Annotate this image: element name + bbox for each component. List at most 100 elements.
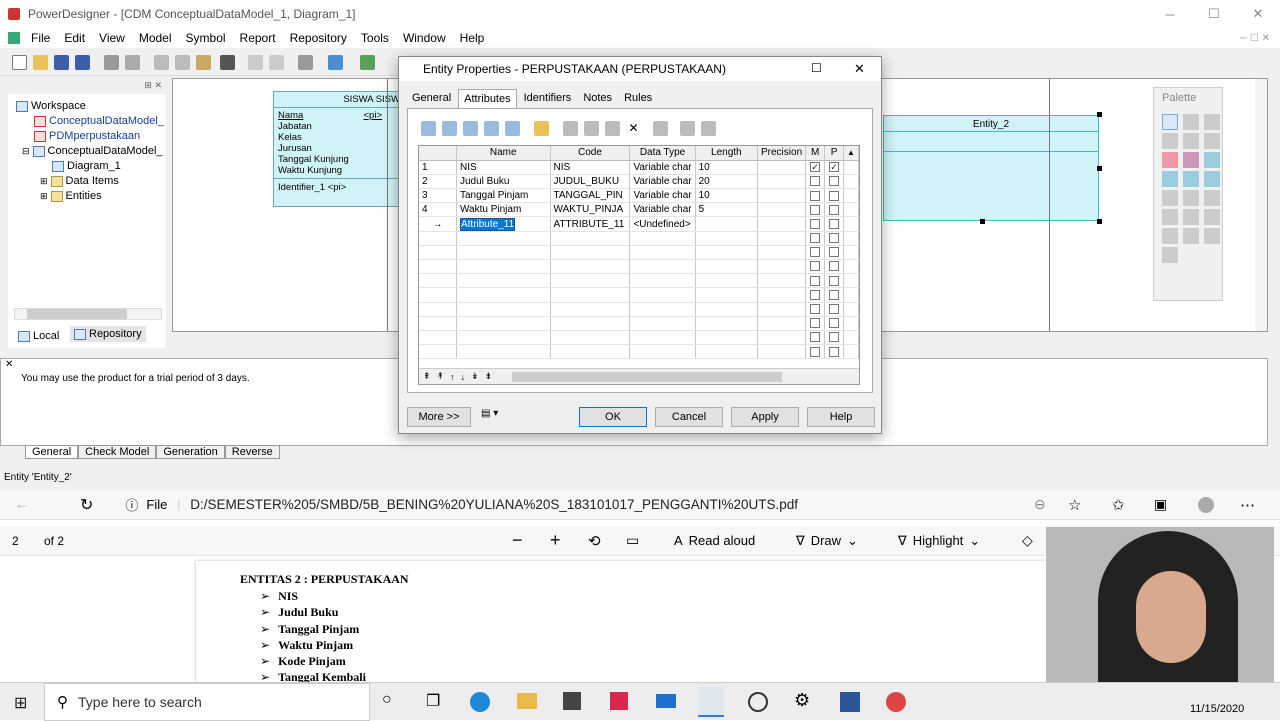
rounded-rect-tool-icon[interactable] — [1183, 228, 1199, 244]
minimize-icon[interactable]: ─ — [1148, 0, 1192, 28]
collections-icon[interactable]: ▣ — [1154, 496, 1167, 513]
tree-workspace[interactable]: Workspace — [16, 100, 86, 112]
canvas-vscroll[interactable] — [1255, 79, 1267, 331]
copy-icon[interactable] — [175, 55, 190, 70]
move-up-icon[interactable]: ↑ — [450, 372, 455, 382]
menu-help[interactable]: Help — [453, 31, 492, 45]
highlight-button[interactable]: ∇ Highlight ⌄ — [898, 533, 980, 549]
attribute-row[interactable] — [419, 302, 859, 317]
col-data-type[interactable]: Data Type — [629, 146, 696, 161]
word-icon[interactable] — [840, 692, 860, 712]
rectangle-tool-icon[interactable] — [1204, 209, 1220, 225]
more-icon[interactable]: ⋯ — [1240, 496, 1255, 514]
tree-cdm-1[interactable]: ConceptualDataModel_ — [34, 115, 164, 127]
menu-edit[interactable]: Edit — [57, 31, 92, 45]
save-all-icon[interactable] — [75, 55, 90, 70]
zoom-in-icon[interactable] — [1204, 114, 1220, 130]
paste-icon[interactable] — [196, 55, 211, 70]
menu-view[interactable]: View — [92, 31, 132, 45]
open-diagram-icon[interactable] — [1183, 133, 1199, 149]
attribute-row[interactable] — [419, 231, 859, 246]
file-tool-icon[interactable] — [1162, 190, 1178, 206]
checkbox-icon[interactable] — [810, 346, 821, 357]
cell-code[interactable]: NIS — [550, 160, 631, 175]
redo-icon[interactable] — [269, 55, 284, 70]
attribute-row[interactable]: 4 Waktu Pinjam WAKTU_PINJA Variable char 5 — [419, 202, 859, 218]
open-icon[interactable] — [534, 121, 549, 136]
checkbox-icon[interactable] — [810, 233, 821, 244]
attribute-row[interactable]: 3 Tanggal Pinjam TANGGAL_PIN Variable char 1… — [419, 188, 859, 204]
checkbox-icon[interactable] — [829, 247, 840, 258]
move-top-icon[interactable]: ⇞ — [423, 371, 431, 382]
close-icon[interactable]: ✕ — [1236, 0, 1280, 28]
zoom-in-icon[interactable]: + — [550, 530, 561, 551]
mandatory-checkbox[interactable] — [805, 188, 826, 204]
cell-name[interactable]: Judul Buku — [456, 174, 551, 190]
inheritance-tool-icon[interactable] — [1183, 171, 1199, 187]
cell-name[interactable]: Waktu Pinjam — [456, 202, 551, 218]
tree-cdm-2[interactable]: ⊟ ConceptualDataModel_ — [22, 145, 163, 157]
task-view-icon[interactable]: ❐ — [426, 691, 440, 711]
attribute-row[interactable]: 2 Judul Buku JUDUL_BUKU Variable char 20 — [419, 174, 859, 190]
zoom-icon[interactable]: ⊖ — [1034, 496, 1046, 513]
col-name[interactable]: Name — [456, 146, 551, 161]
ellipse-tool-icon[interactable] — [1162, 228, 1178, 244]
primary-checkbox[interactable] — [824, 188, 845, 204]
tree-data-items[interactable]: ⊞ Data Items — [40, 175, 119, 187]
tree-entities[interactable]: ⊞ Entities — [40, 190, 102, 202]
checkbox-icon[interactable] — [829, 190, 840, 201]
tab-general[interactable]: General — [407, 89, 456, 108]
attributes-grid[interactable]: Name Code Data Type Length Precision M P… — [418, 145, 860, 385]
cell-name[interactable]: Tanggal Pinjam — [456, 188, 551, 204]
menu-report[interactable]: Report — [233, 31, 283, 45]
tab-identifiers[interactable]: Identifiers — [519, 89, 577, 108]
text-tool-icon[interactable] — [1204, 190, 1220, 206]
print-preview-icon[interactable] — [125, 55, 140, 70]
selection-handle[interactable] — [1097, 166, 1102, 171]
output-close-icon[interactable]: ✕ — [5, 359, 13, 370]
add-attributes-icon[interactable] — [484, 121, 499, 136]
menu-model[interactable]: Model — [132, 31, 179, 45]
help-button[interactable]: Help — [807, 407, 875, 427]
selection-handle[interactable] — [1097, 112, 1102, 117]
erase-icon[interactable]: ◇ — [1022, 532, 1033, 549]
checkbox-icon[interactable] — [829, 204, 840, 215]
tab-rules[interactable]: Rules — [619, 89, 657, 108]
tree-pdm[interactable]: PDMperpustakaan — [34, 130, 140, 142]
primary-checkbox[interactable] — [824, 216, 845, 232]
checkbox-icon[interactable] — [829, 233, 840, 244]
start-icon[interactable]: ⊞ — [14, 693, 27, 713]
back-icon[interactable]: ← — [14, 496, 30, 514]
undo-icon[interactable] — [248, 55, 263, 70]
package-tool-icon[interactable] — [1183, 152, 1199, 168]
zoom-out-icon[interactable] — [1162, 133, 1178, 149]
cell-length[interactable]: 10 — [695, 160, 759, 175]
checkbox-icon[interactable] — [829, 304, 840, 315]
properties-tool-icon[interactable] — [1204, 133, 1220, 149]
checkbox-icon[interactable] — [829, 176, 840, 187]
checkbox-icon[interactable] — [810, 204, 821, 215]
arc-tool-icon[interactable] — [1183, 209, 1199, 225]
browser-task-icon[interactable] — [748, 692, 768, 712]
grid-hscroll[interactable] — [512, 371, 783, 382]
cell-type[interactable]: <Undefined> — [629, 216, 696, 232]
powerdesigner-task-icon[interactable] — [698, 687, 724, 717]
checkbox-icon[interactable] — [810, 261, 821, 272]
check-model-icon[interactable] — [328, 55, 343, 70]
generate-icon[interactable] — [360, 55, 375, 70]
note-tool-icon[interactable] — [1183, 190, 1199, 206]
output-tab-generation[interactable]: Generation — [156, 445, 225, 459]
properties-icon[interactable] — [421, 121, 436, 136]
cancel-button[interactable]: Cancel — [655, 407, 723, 427]
recorder-icon[interactable] — [886, 692, 906, 712]
mandatory-checkbox[interactable] — [805, 202, 826, 218]
entity-tool-icon[interactable] — [1204, 152, 1220, 168]
browser-hscroll[interactable] — [14, 308, 162, 320]
menu-window[interactable]: Window — [396, 31, 453, 45]
cell-code[interactable]: ATTRIBUTE_11 — [550, 216, 631, 232]
checkbox-icon[interactable] — [810, 318, 821, 329]
cell-length[interactable]: 5 — [695, 202, 759, 218]
attribute-row[interactable] — [419, 273, 859, 289]
store-icon[interactable] — [563, 692, 581, 710]
browser-tab-local[interactable]: Local — [14, 328, 63, 344]
